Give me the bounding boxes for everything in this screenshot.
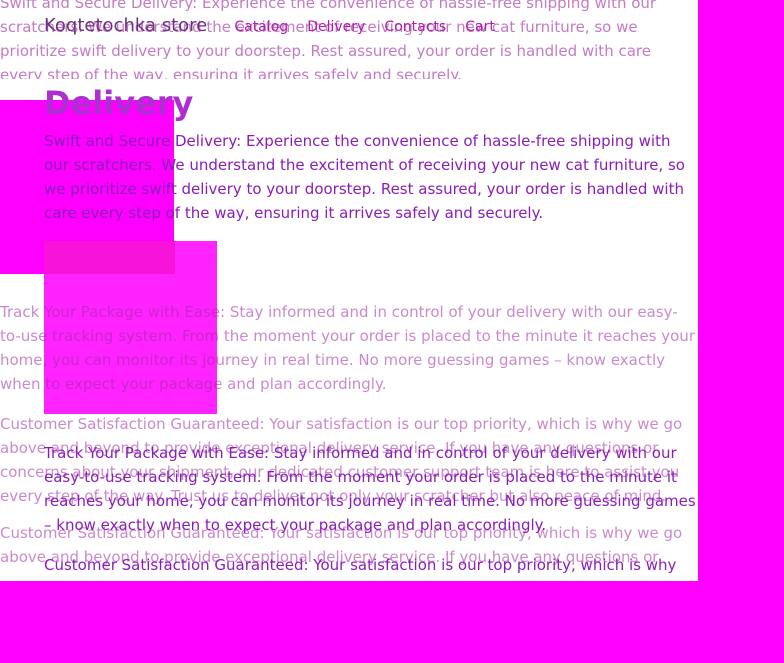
nav-delivery[interactable]: Delivery <box>307 15 365 39</box>
satisfaction-block: Customer Satisfaction Guaranteed: Your s… <box>44 553 698 581</box>
satisfaction-text: Customer Satisfaction Guaranteed: Your s… <box>44 556 677 581</box>
top-nav: Koqtetochka store Catalog Delivery Conta… <box>44 14 694 44</box>
ghost-tracking-block: Track Your Package with Ease: Stay infor… <box>0 300 698 396</box>
content-panel: Swift and Secure Delivery: Experience th… <box>0 0 698 581</box>
page-heading: Delivery <box>44 84 194 122</box>
nav-contacts[interactable]: Contacts <box>384 15 446 39</box>
site-title[interactable]: Koqtetochka store <box>44 14 207 38</box>
delivery-intro-text: Swift and Secure Delivery: Experience th… <box>44 132 685 222</box>
delivery-intro-block: Swift and Secure Delivery: Experience th… <box>44 129 698 225</box>
ghost-tracking-text: Track Your Package with Ease: Stay infor… <box>0 303 695 393</box>
page: Swift and Secure Delivery: Experience th… <box>0 0 784 663</box>
nav-catalog[interactable]: Catalog <box>234 15 288 39</box>
delivery-heading-wrap: Delivery <box>44 84 364 124</box>
nav-cart[interactable]: Cart <box>465 15 495 39</box>
